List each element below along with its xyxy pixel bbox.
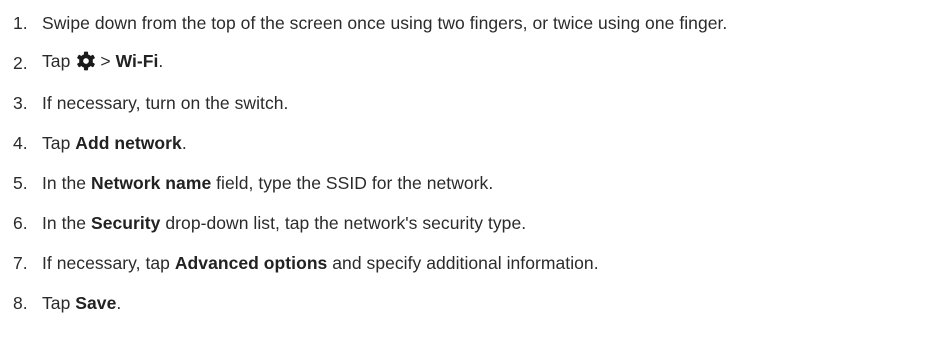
step-text-segment: Tap bbox=[42, 292, 76, 313]
step-text: Swipe down from the top of the screen on… bbox=[42, 13, 727, 34]
step-text-segment: . bbox=[116, 292, 122, 313]
step-text-segment: If necessary, tap bbox=[42, 252, 175, 273]
step-item: 8. Tap Save. bbox=[0, 283, 944, 323]
step-text: In the Network name field, type the SSID… bbox=[42, 173, 493, 194]
step-item: 7. If necessary, tap Advanced options and… bbox=[0, 243, 944, 283]
step-ui-term: Save bbox=[75, 292, 117, 313]
step-text-segment: > bbox=[100, 50, 116, 71]
step-number: 2. bbox=[13, 52, 28, 73]
instruction-steps-list: 1. Swipe down from the top of the screen … bbox=[0, 3, 944, 323]
step-text: In the Security drop-down list, tap the … bbox=[42, 213, 526, 234]
step-text: Tap Add network. bbox=[42, 133, 187, 154]
step-text: Tap > Wi-Fi. bbox=[42, 51, 163, 76]
step-text-segment: . bbox=[181, 132, 187, 153]
step-item: 6. In the Security drop-down list, tap th… bbox=[0, 203, 944, 243]
step-item: 1. Swipe down from the top of the screen … bbox=[0, 3, 944, 43]
step-text: Tap Save. bbox=[42, 293, 121, 314]
gear-icon bbox=[76, 51, 96, 76]
step-text-segment: and specify additional information. bbox=[327, 252, 599, 273]
step-text-segment: If necessary, turn on the switch. bbox=[42, 92, 289, 113]
step-text: If necessary, turn on the switch. bbox=[42, 93, 288, 114]
step-text-segment: Swipe down from the top of the screen on… bbox=[42, 12, 728, 33]
step-item: 3. If necessary, turn on the switch. bbox=[0, 83, 944, 123]
step-text-segment: . bbox=[158, 50, 164, 71]
step-item: 5. In the Network name field, type the SS… bbox=[0, 163, 944, 203]
step-text-segment: Tap bbox=[42, 50, 71, 71]
step-item: 2. Tap > Wi-Fi. bbox=[0, 43, 944, 83]
step-text: If necessary, tap Advanced options and s… bbox=[42, 253, 599, 274]
step-ui-term: Security bbox=[91, 212, 161, 233]
step-text-segment: In the bbox=[42, 212, 91, 233]
step-ui-term: Network name bbox=[91, 172, 212, 193]
step-text-segment: In the bbox=[42, 172, 91, 193]
step-ui-term: Add network bbox=[75, 132, 182, 153]
step-text-segment: drop-down list, tap the network's securi… bbox=[160, 212, 527, 233]
step-number: 1. bbox=[13, 12, 28, 33]
step-item: 4. Tap Add network. bbox=[0, 123, 944, 163]
step-number: 6. bbox=[13, 212, 28, 233]
step-ui-term: Wi-Fi bbox=[115, 50, 159, 71]
step-number: 8. bbox=[13, 292, 28, 313]
step-text-segment: Tap bbox=[42, 132, 76, 153]
step-number: 7. bbox=[13, 252, 28, 273]
step-text-segment: field, type the SSID for the network. bbox=[211, 172, 494, 193]
step-number: 5. bbox=[13, 172, 28, 193]
step-ui-term: Advanced options bbox=[174, 252, 328, 273]
step-number: 3. bbox=[13, 92, 28, 113]
step-number: 4. bbox=[13, 132, 28, 153]
